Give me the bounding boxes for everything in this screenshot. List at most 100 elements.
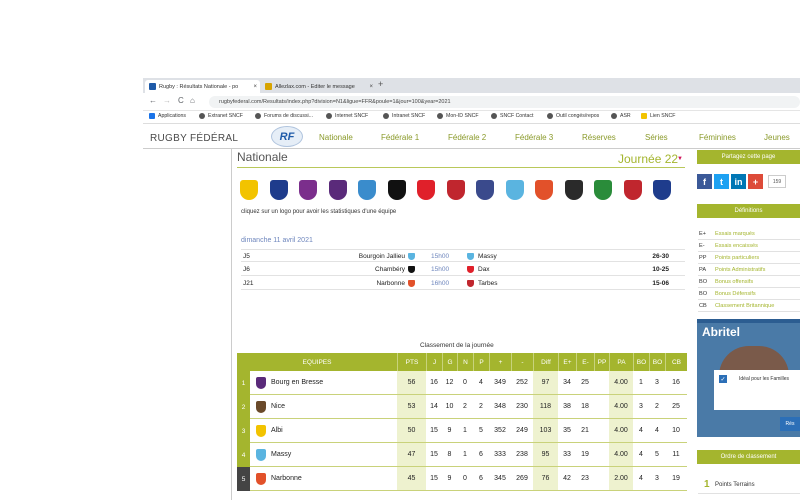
column-header[interactable]: - [511,353,533,371]
linkedin-icon[interactable]: in [731,174,746,189]
reload-icon[interactable]: C [178,96,184,105]
new-tab-button[interactable]: + [378,79,383,89]
nav-federale-1[interactable]: Fédérale 1 [381,133,419,142]
site-brand[interactable]: RUGBY FÉDÉRAL [150,133,238,144]
facebook-icon[interactable]: f [697,174,712,189]
bookmark-forums[interactable]: Forums de discussi... [255,113,313,119]
nav-feminines[interactable]: Féminines [699,133,736,142]
table-row[interactable]: 5 Narbonne 45 15 9 0 6 345 269 76 42 23 2.00 4 3 19 [237,467,687,491]
bookmark-applications[interactable]: Applications [149,113,186,119]
column-header[interactable]: PP [594,353,609,371]
team-logo-icon[interactable] [269,180,288,200]
bookmark-mon-id-sncf[interactable]: Mon-ID SNCF [437,113,479,119]
team-logo-icon[interactable] [387,180,406,200]
column-header[interactable]: BO [633,353,649,371]
nav-reserves[interactable]: Réserves [582,133,616,142]
team-name[interactable]: Narbonne [271,475,302,482]
match-row[interactable]: J21 Narbonne 16h00 Tarbes 15-06 [241,277,685,290]
team-logo-icon[interactable] [240,180,258,200]
definition-text[interactable]: Points Administratifs [715,267,765,273]
nav-series[interactable]: Séries [645,133,668,142]
team-logo-icon[interactable] [358,180,376,200]
definition-text[interactable]: Bonus offensifs [715,279,753,285]
definition-text[interactable]: Bonus Défensifs [715,291,756,297]
team-name[interactable]: Bourg en Bresse [271,379,323,386]
forward-icon[interactable]: → [163,96,171,105]
column-header[interactable]: E+ [558,353,576,371]
bookmark-extranet-sncf[interactable]: Extranet SNCF [199,113,243,119]
tab-rugby-results[interactable]: Rugby : Résultats Nationale - po × [145,80,260,93]
bookmark-outil-conges[interactable]: Outil congés/repos [547,113,599,119]
column-header[interactable]: Diff [533,353,558,371]
column-header[interactable]: PTS [397,353,426,371]
team-name[interactable]: Massy [271,451,291,458]
table-row[interactable]: 4 Massy 47 15 8 1 6 333 238 95 33 19 4.00 4 5 11 [237,443,687,467]
bookmark-lien-sncf[interactable]: Lien SNCF [641,113,675,119]
column-header[interactable]: N [457,353,473,371]
team-name[interactable]: Nice [271,403,285,410]
column-header[interactable]: P [473,353,489,371]
column-header[interactable]: J [426,353,442,371]
back-icon[interactable]: ← [149,96,157,105]
team-logo-icon[interactable] [256,449,266,461]
dropdown-arrow-icon[interactable]: ▼ [677,156,683,162]
team-logo-icon[interactable] [564,180,583,200]
match-away-team[interactable]: Massy [478,253,497,260]
nav-nationale[interactable]: Nationale [319,133,353,142]
team-logo-icon[interactable] [256,473,266,485]
match-row[interactable]: J5 Bourgoin Jallieu 15h00 Massy 26-30 [241,249,685,262]
match-time[interactable]: 15h00 [431,253,449,260]
rf-logo[interactable]: RF [271,126,303,147]
definition-text[interactable]: Classement Britannique [715,303,774,309]
tab-allezlax[interactable]: Allezlax.com - Editer le message × [261,80,376,93]
definition-text[interactable]: Points particuliers [715,255,759,261]
close-tab-icon[interactable]: × [253,84,257,90]
twitter-icon[interactable]: t [714,174,729,189]
team-logo-icon[interactable] [594,180,612,200]
team-logo-icon[interactable] [505,180,524,200]
match-away-team[interactable]: Dax [478,266,490,273]
nav-federale-2[interactable]: Fédérale 2 [448,133,486,142]
team-name[interactable]: Albi [271,427,283,434]
bookmark-sncf-contact[interactable]: SNCF Contact [491,113,533,119]
url-input[interactable]: rugbyfederal.com/Resultats/index.php?div… [209,96,800,108]
match-home-team[interactable]: Bourgoin Jallieu [359,253,405,260]
match-row[interactable]: J6 Chambéry 15h00 Dax 10-25 [241,263,685,276]
column-header[interactable]: BO [649,353,665,371]
definition-text[interactable]: Essais encaissés [715,243,758,249]
match-time[interactable]: 16h00 [431,280,449,287]
match-home-team[interactable]: Chambéry [375,266,405,273]
team-logo-icon[interactable] [299,180,317,200]
home-icon[interactable]: ⌂ [190,96,195,105]
team-logo-icon[interactable] [328,180,347,200]
table-row[interactable]: 2 Nice 53 14 10 2 2 348 230 118 38 18 4.00 3 2 25 [237,395,687,419]
table-row[interactable]: 3 Albi 50 15 9 1 5 352 249 103 35 21 4.00 4 4 10 [237,419,687,443]
bookmark-internet-sncf[interactable]: Internet SNCF [326,113,368,119]
team-logo-icon[interactable] [653,180,671,200]
table-row[interactable]: 1 Bourg en Bresse 56 16 12 0 4 349 252 97 34 25 4.00… [237,371,687,395]
team-logo-icon[interactable] [535,180,553,200]
plus-share-icon[interactable]: + [748,174,763,189]
nav-jeunes[interactable]: Jeunes [764,133,790,142]
team-logo-icon[interactable] [417,180,435,200]
bookmark-intranet-sncf[interactable]: Intranet SNCF [383,113,425,119]
match-home-team[interactable]: Narbonne [376,280,405,287]
team-logo-icon[interactable] [256,401,266,413]
column-header[interactable]: + [489,353,511,371]
team-logo-icon[interactable] [256,425,266,437]
column-header[interactable]: E- [576,353,594,371]
ad-button[interactable]: Rés [780,417,800,431]
column-header[interactable]: PA [609,353,633,371]
nav-federale-3[interactable]: Fédérale 3 [515,133,553,142]
abritel-ad[interactable]: Abritel ✓ Idéal pour les Familles Rés [697,319,800,437]
team-logo-icon[interactable] [623,180,642,200]
column-header[interactable]: EQUIPES [237,353,397,371]
team-logo-icon[interactable] [446,180,465,200]
match-away-team[interactable]: Tarbes [478,280,498,287]
journee-selector[interactable]: Journée 22 [618,152,678,166]
match-time[interactable]: 15h00 [431,266,449,273]
close-tab-icon[interactable]: × [369,84,373,90]
team-logo-icon[interactable] [476,180,494,200]
team-logo-icon[interactable] [256,377,266,389]
column-header[interactable]: CB [665,353,687,371]
